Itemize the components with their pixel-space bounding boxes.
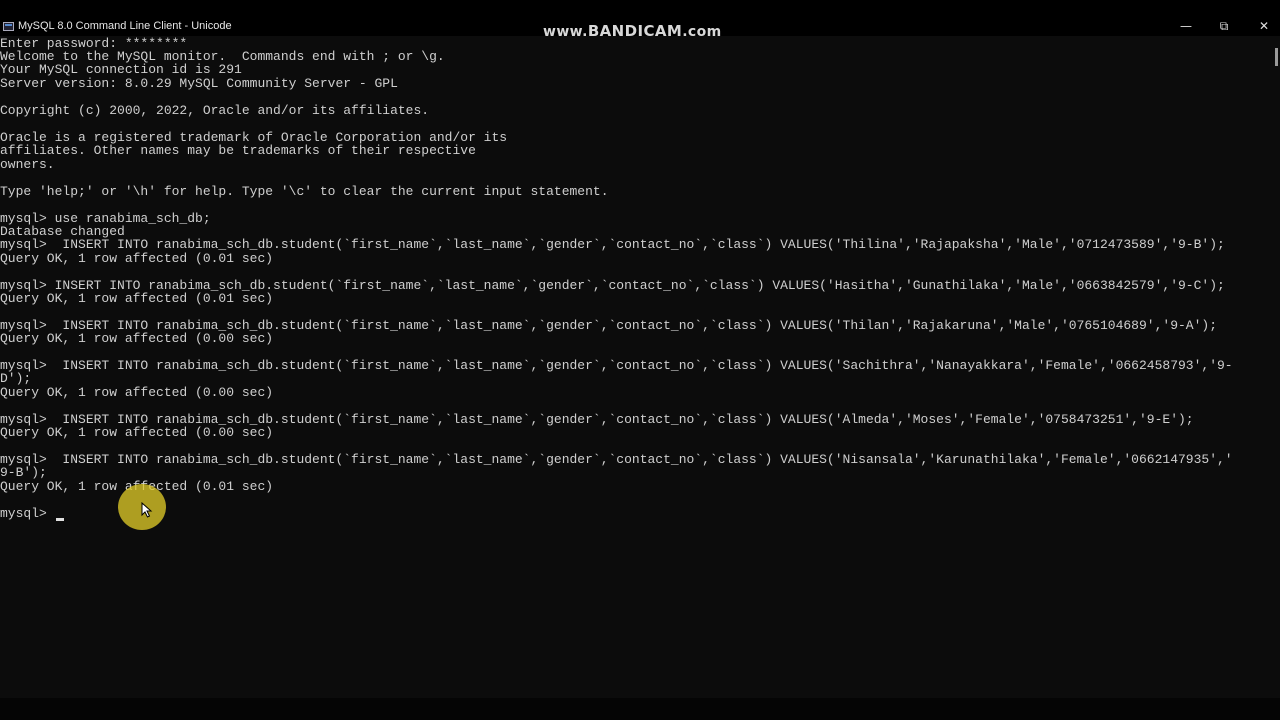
terminal-line: Server version: 8.0.29 MySQL Community S… bbox=[0, 76, 398, 91]
terminal-line: Query OK, 1 row affected (0.00 sec) bbox=[0, 385, 274, 400]
terminal-line: Query OK, 1 row affected (0.01 sec) bbox=[0, 291, 274, 306]
bottom-edge bbox=[0, 698, 1280, 720]
terminal-line: Your MySQL connection id is 291 bbox=[0, 62, 242, 77]
mouse-pointer-icon bbox=[141, 502, 153, 518]
mysql-console-window: MySQL 8.0 Command Line Client - Unicode … bbox=[0, 0, 1280, 720]
terminal-line: Copyright (c) 2000, 2022, Oracle and/or … bbox=[0, 103, 430, 118]
terminal-line: Query OK, 1 row affected (0.01 sec) bbox=[0, 251, 274, 266]
terminal-output[interactable]: Enter password: ******** Welcome to the … bbox=[0, 37, 1272, 697]
terminal-line: owners. bbox=[0, 157, 55, 172]
terminal-line: Query OK, 1 row affected (0.00 sec) bbox=[0, 331, 274, 346]
mysql-prompt[interactable]: mysql> bbox=[0, 507, 55, 521]
terminal-app-icon bbox=[3, 22, 14, 31]
restore-button[interactable]: ⧉ bbox=[1212, 17, 1236, 35]
terminal-line: mysql> INSERT INTO ranabima_sch_db.stude… bbox=[0, 358, 1233, 373]
terminal-line: mysql> INSERT INTO ranabima_sch_db.stude… bbox=[0, 237, 1225, 252]
terminal-line: affiliates. Other names may be trademark… bbox=[0, 143, 476, 158]
terminal-line: Query OK, 1 row affected (0.00 sec) bbox=[0, 425, 274, 440]
text-cursor bbox=[56, 518, 64, 521]
vertical-scrollbar[interactable] bbox=[1274, 36, 1280, 720]
terminal-line: 9-B'); bbox=[0, 465, 47, 480]
terminal-line: D'); bbox=[0, 371, 32, 386]
window-title: MySQL 8.0 Command Line Client - Unicode bbox=[18, 20, 232, 32]
terminal-line: mysql> INSERT INTO ranabima_sch_db.stude… bbox=[0, 452, 1233, 467]
minimize-button[interactable]: — bbox=[1174, 17, 1198, 35]
scrollbar-thumb[interactable] bbox=[1275, 48, 1278, 66]
terminal-line: Type 'help;' or '\h' for help. Type '\c'… bbox=[0, 184, 609, 199]
title-bar[interactable]: MySQL 8.0 Command Line Client - Unicode … bbox=[0, 0, 1280, 40]
close-button[interactable]: ✕ bbox=[1252, 17, 1276, 35]
